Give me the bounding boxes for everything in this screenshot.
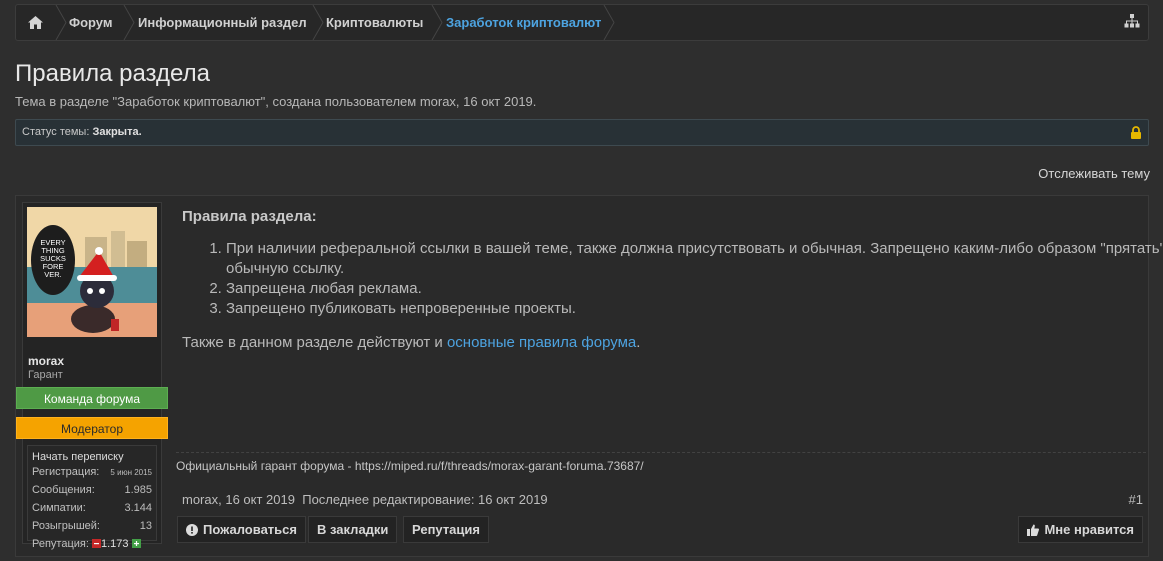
alert-icon <box>186 524 198 536</box>
bookmark-button[interactable]: В закладки <box>308 516 398 543</box>
moderator-ribbon: Модератор <box>16 417 168 439</box>
post-meta: morax, 16 окт 2019 Последнее редактирова… <box>182 492 548 507</box>
avatar[interactable]: EVERY THING SUCKS FORE VER. <box>27 207 157 337</box>
post-number[interactable]: #1 <box>1129 492 1143 507</box>
rule-item: Запрещена любая реклама. <box>226 279 1163 299</box>
breadcrumb-item-crypto-earnings[interactable]: Заработок криптовалют <box>446 5 601 40</box>
rule-item: Запрещено публиковать непроверенные прое… <box>226 299 1163 319</box>
post-date[interactable]: 16 окт 2019 <box>225 492 295 507</box>
author-stats: Начать переписку Регистрация: 5 июн 2015 … <box>27 445 157 550</box>
rules-list: При наличии реферальной ссылки в вашей т… <box>182 239 1163 319</box>
status-label: Статус темы: <box>22 126 90 138</box>
like-button[interactable]: Мне нравится <box>1018 516 1143 543</box>
report-button[interactable]: Пожаловаться <box>177 516 306 543</box>
post-edited: Последнее редактирование: 16 окт 2019 <box>302 492 548 507</box>
stat-likes: Симпатии: 3.144 <box>32 502 152 514</box>
reputation-plus-icon[interactable] <box>131 539 141 548</box>
rule-item: При наличии реферальной ссылки в вашей т… <box>226 239 1163 279</box>
author-name[interactable]: morax <box>28 354 64 368</box>
post-author-link[interactable]: morax <box>182 492 218 507</box>
signature: Официальный гарант форума - https://mipe… <box>176 452 1146 473</box>
post-body: Правила раздела: При наличии реферальной… <box>182 208 1163 351</box>
stat-registration: Регистрация: 5 июн 2015 <box>32 466 152 478</box>
home-icon <box>28 16 43 29</box>
breadcrumb-separator <box>431 5 443 40</box>
page-title: Правила раздела <box>15 60 210 87</box>
sitemap-icon <box>1124 14 1140 28</box>
stat-giveaways: Розыгрышей: 13 <box>32 520 152 532</box>
thread-status-bar: Статус темы: Закрыта. <box>15 119 1149 146</box>
author-panel: EVERY THING SUCKS FORE VER. morax Гарант Ком… <box>16 202 168 550</box>
breadcrumb-item-info-section[interactable]: Информационный раздел <box>138 5 307 40</box>
status-value: Закрыта. <box>92 126 142 138</box>
sitemap-button[interactable] <box>1124 14 1140 34</box>
home-link[interactable] <box>16 5 55 40</box>
team-ribbon: Команда форума <box>16 387 168 409</box>
also-text: Также в данном разделе действуют и основ… <box>182 334 641 351</box>
breadcrumb: Форум Информационный раздел Криптовалюты… <box>15 4 1149 41</box>
lock-icon <box>1131 126 1141 139</box>
breadcrumb-item-crypto[interactable]: Криптовалюты <box>326 5 423 40</box>
reputation-value: 1.173 <box>100 538 129 550</box>
start-conversation-link[interactable]: Начать переписку <box>32 451 152 463</box>
breadcrumb-separator <box>603 5 615 40</box>
thread-subtitle: Тема в разделе "Заработок криптовалют", … <box>15 94 537 109</box>
breadcrumb-separator <box>312 5 324 40</box>
breadcrumb-separator <box>123 5 135 40</box>
breadcrumb-separator <box>55 5 67 40</box>
forum-rules-link[interactable]: основные правила форума <box>447 334 636 351</box>
thumbs-up-icon <box>1027 524 1040 536</box>
reputation-minus-icon[interactable] <box>91 539 101 548</box>
breadcrumb-item-forum[interactable]: Форум <box>69 5 112 40</box>
watch-thread-link[interactable]: Отслеживать тему <box>1038 166 1150 181</box>
reputation-button[interactable]: Репутация <box>403 516 489 543</box>
stat-messages: Сообщения: 1.985 <box>32 484 152 496</box>
post: EVERY THING SUCKS FORE VER. morax Гарант Ком… <box>15 195 1163 557</box>
stat-reputation: Репутация: 1.173 <box>32 538 152 550</box>
author-title: Гарант <box>28 369 63 381</box>
post-heading: Правила раздела: <box>182 208 317 225</box>
